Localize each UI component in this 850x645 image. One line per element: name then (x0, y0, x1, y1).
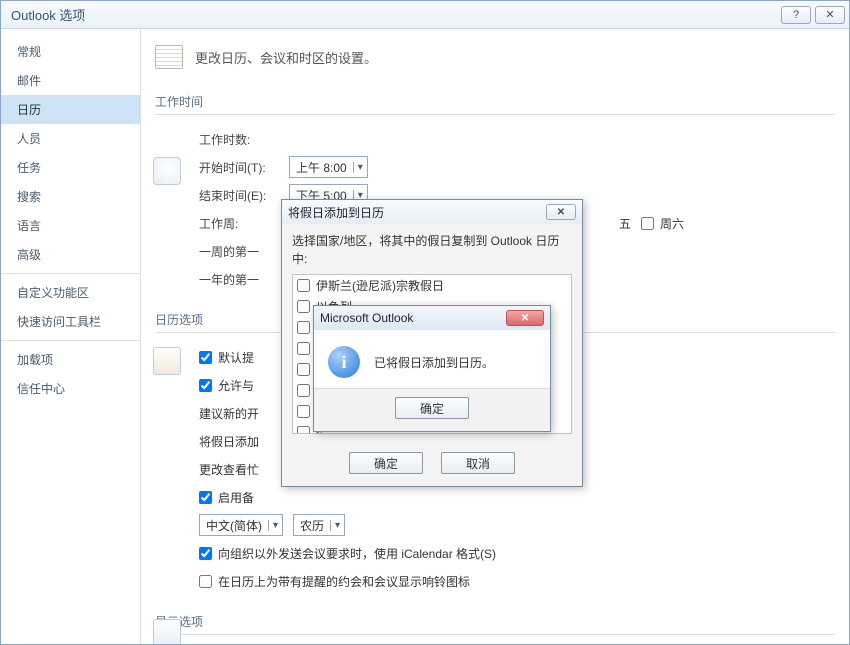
sidebar-item-language[interactable]: 语言 (1, 211, 140, 240)
window-title: Outlook 选项 (11, 5, 777, 24)
msgbox-body: i 已将假日添加到日历。 (314, 330, 550, 388)
section-work-hours-title: 工作时间 (155, 89, 835, 115)
sidebar-item-tasks[interactable]: 任务 (1, 153, 140, 182)
info-icon: i (328, 346, 360, 378)
start-time-dropdown[interactable]: 上午 8:00▾ (289, 156, 368, 178)
page-header: 更改日历、会议和时区的设置。 (155, 39, 835, 83)
help-button[interactable]: ? (781, 6, 811, 24)
holiday-item[interactable]: 伊斯兰(逊尼派)宗教假日 (293, 275, 571, 296)
msgbox-footer: 确定 (314, 388, 550, 431)
first-year-label: 一年的第一 (199, 271, 279, 288)
sidebar-separator (1, 340, 140, 341)
end-time-label: 结束时间(E): (199, 187, 279, 204)
chevron-down-icon: ▾ (330, 520, 340, 531)
sidebar-item-addins[interactable]: 加载项 (1, 345, 140, 374)
sidebar-item-advanced[interactable]: 高级 (1, 240, 140, 269)
outlook-options-window: Outlook 选项 ? ✕ 常规 邮件 日历 人员 任务 搜索 语言 高级 自… (0, 0, 850, 645)
sidebar-item-search[interactable]: 搜索 (1, 182, 140, 211)
sidebar-item-quick-access[interactable]: 快速访问工具栏 (1, 307, 140, 336)
change-view-label: 更改查看忙 (199, 461, 259, 478)
titlebar: Outlook 选项 ? ✕ (1, 1, 849, 29)
page-subtitle: 更改日历、会议和时区的设置。 (195, 48, 377, 67)
suggest-label: 建议新的开 (199, 405, 259, 422)
day-fri-partial: 五 (619, 215, 631, 232)
bell-icon-checkbox[interactable]: 在日历上为带有提醒的约会和会议显示响铃图标 (199, 573, 470, 590)
sidebar-item-trust-center[interactable]: 信任中心 (1, 374, 140, 403)
msgbox-titlebar: Microsoft Outlook ✕ (314, 306, 550, 330)
sidebar-item-mail[interactable]: 邮件 (1, 66, 140, 95)
work-week-label: 工作周: (199, 215, 279, 232)
work-hours-label: 工作时数: (199, 131, 279, 148)
calendar-options-icon (153, 347, 181, 375)
sidebar: 常规 邮件 日历 人员 任务 搜索 语言 高级 自定义功能区 快速访问工具栏 加… (1, 29, 141, 644)
msgbox-text: 已将假日添加到日历。 (374, 354, 494, 371)
calendar-type-dropdown[interactable]: 农历▾ (293, 514, 345, 536)
msgbox-ok-button[interactable]: 确定 (395, 397, 469, 419)
allow-checkbox[interactable]: 允许与 (199, 377, 254, 394)
sidebar-item-calendar[interactable]: 日历 (1, 95, 140, 124)
section-display: 默认日历颜色(C): ▾ 对所有日历应用此颜色(F) (155, 635, 835, 644)
language-dropdown[interactable]: 中文(简体)▾ (199, 514, 283, 536)
dialog-close-button[interactable]: ✕ (546, 204, 576, 220)
enable-backup-checkbox[interactable]: 启用备 (199, 489, 254, 506)
dialog-title: 将假日添加到日历 (288, 204, 384, 221)
sidebar-item-general[interactable]: 常规 (1, 37, 140, 66)
add-holiday-label: 将假日添加 (199, 433, 259, 450)
section-display-title: 显示选项 (155, 609, 835, 635)
message-box: Microsoft Outlook ✕ i 已将假日添加到日历。 确定 (313, 305, 551, 432)
day-sat-checkbox[interactable]: 周六 (641, 215, 684, 232)
icalendar-checkbox[interactable]: 向组织以外发送会议要求时，使用 iCalendar 格式(S) (199, 545, 496, 562)
default-reminder-checkbox[interactable]: 默认提 (199, 349, 254, 366)
dialog-button-row: 确定 取消 (282, 442, 582, 486)
clock-icon (153, 157, 181, 185)
chevron-down-icon: ▾ (268, 520, 278, 531)
sidebar-item-people[interactable]: 人员 (1, 124, 140, 153)
dialog-instruction: 选择国家/地区，将其中的假日复制到 Outlook 日历中: (292, 232, 572, 268)
sidebar-separator (1, 273, 140, 274)
ok-button[interactable]: 确定 (349, 452, 423, 474)
first-day-label: 一周的第一 (199, 243, 279, 260)
cancel-button[interactable]: 取消 (441, 452, 515, 474)
msgbox-close-button[interactable]: ✕ (506, 310, 544, 326)
sidebar-item-customize-ribbon[interactable]: 自定义功能区 (1, 278, 140, 307)
close-button[interactable]: ✕ (815, 6, 845, 24)
msgbox-title: Microsoft Outlook (320, 311, 413, 325)
start-time-label: 开始时间(T): (199, 159, 279, 176)
calendar-icon (155, 45, 183, 69)
chevron-down-icon: ▾ (353, 162, 363, 173)
display-options-icon (153, 619, 181, 644)
dialog-titlebar: 将假日添加到日历 ✕ (282, 200, 582, 224)
